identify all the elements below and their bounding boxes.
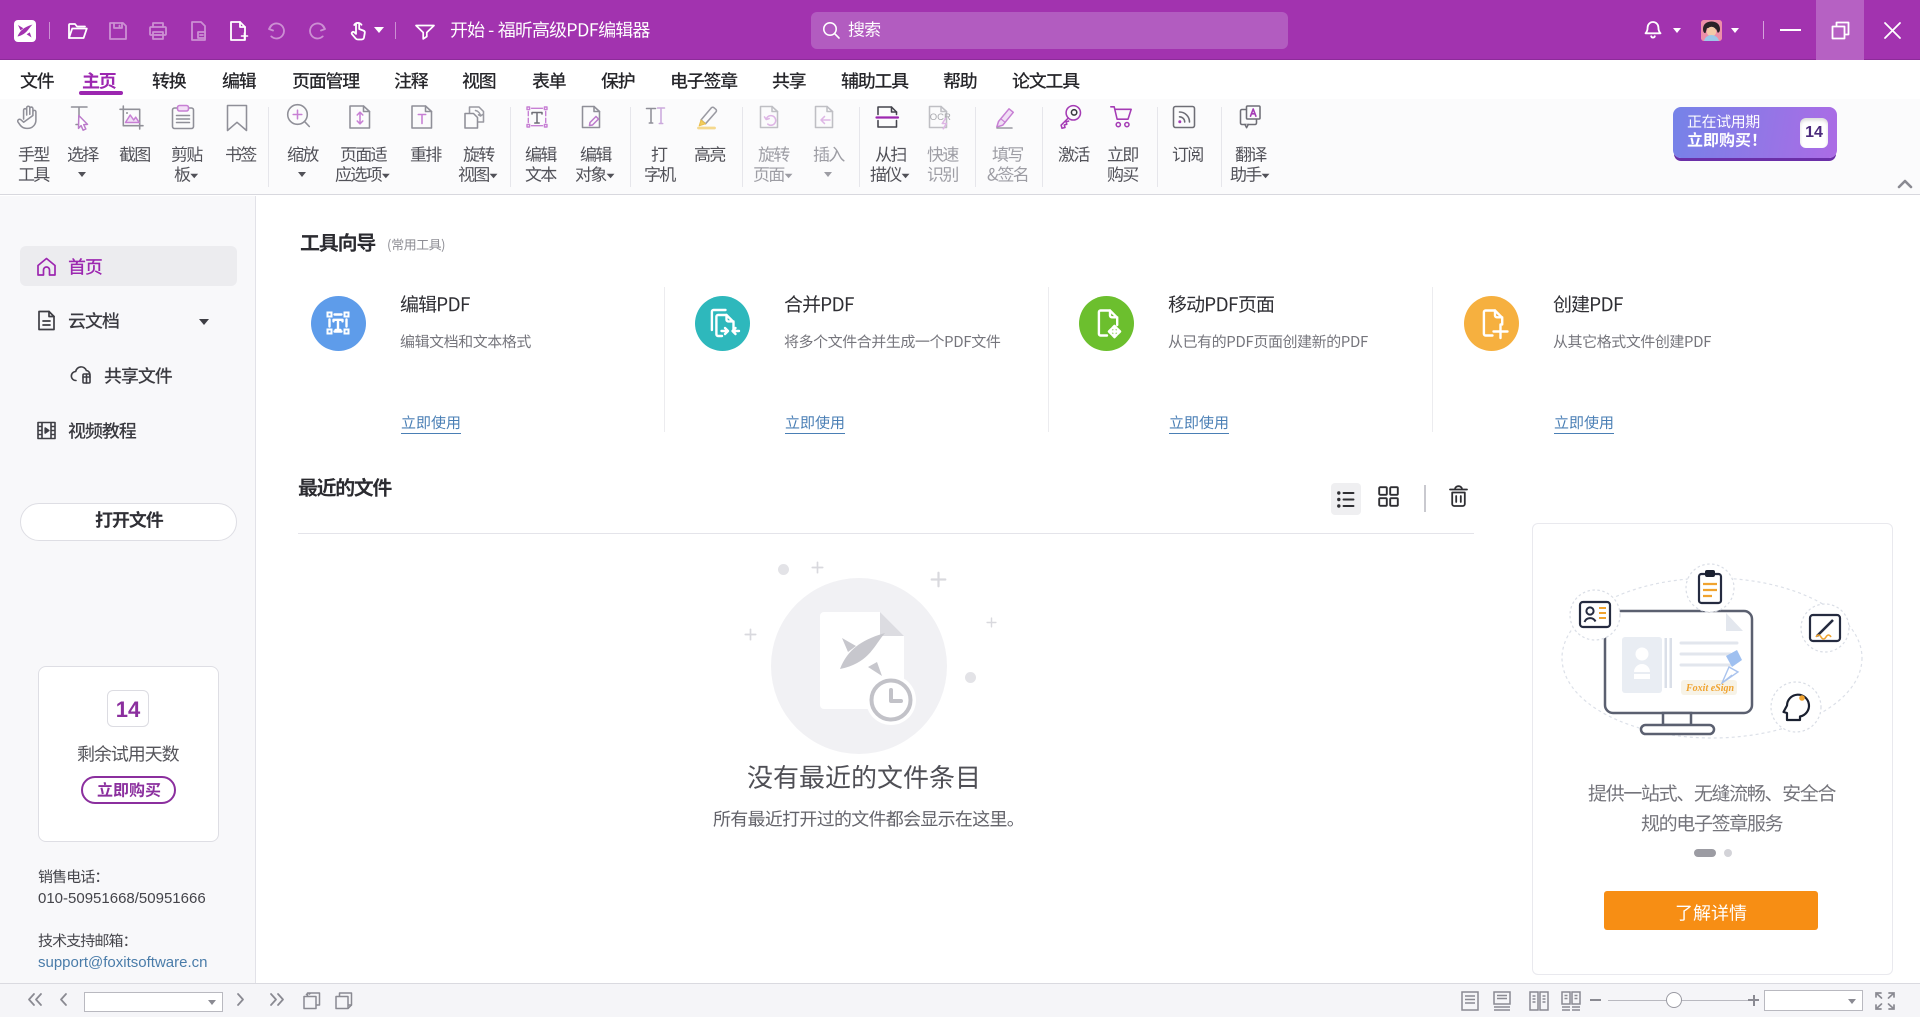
svg-text:Foxit eSign: Foxit eSign xyxy=(1685,683,1735,694)
svg-text:OCR: OCR xyxy=(930,112,951,123)
